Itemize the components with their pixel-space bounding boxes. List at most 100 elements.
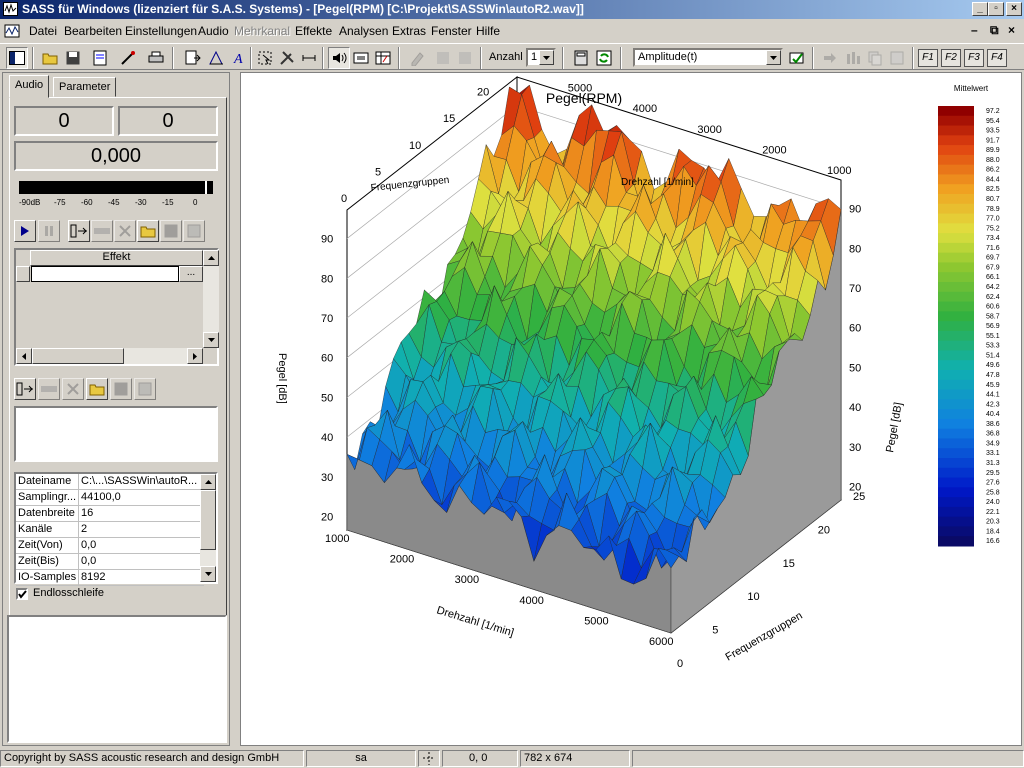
menu-fenster[interactable]: Fenster <box>431 24 472 38</box>
axis-icon[interactable] <box>205 47 227 69</box>
mdi-minimize-button[interactable]: – <box>971 23 978 37</box>
document-icon[interactable] <box>4 23 20 39</box>
prop-row: Kanäle 2 <box>16 522 204 538</box>
mdi-restore-button[interactable]: ⧉ <box>990 23 999 38</box>
scroll-left-icon[interactable] <box>16 348 32 364</box>
print-icon[interactable] <box>145 47 167 69</box>
props-vscroll[interactable] <box>200 474 216 582</box>
scroll-thumb[interactable] <box>32 348 124 364</box>
freq-top-tick-label: 10 <box>409 140 421 152</box>
display-icon[interactable] <box>350 47 372 69</box>
menu-effekte[interactable]: Effekte <box>295 24 332 38</box>
menu-hilfe[interactable]: Hilfe <box>476 24 500 38</box>
f1-button[interactable]: F1 <box>918 49 938 67</box>
effect-copy-button[interactable] <box>183 220 205 242</box>
effect-delete-button[interactable] <box>114 220 136 242</box>
panel-toggle-icon[interactable] <box>6 47 28 69</box>
prop-key: Zeit(Bis) <box>18 555 59 567</box>
table-icon[interactable] <box>372 47 394 69</box>
colorbar-label: 88.0 <box>986 157 1000 164</box>
minimize-button[interactable]: _ <box>972 2 988 16</box>
menu-audio[interactable]: Audio <box>198 24 229 38</box>
row-selector[interactable] <box>16 266 30 282</box>
speaker-icon[interactable] <box>328 47 350 69</box>
maximize-button[interactable]: ▫ <box>988 2 1004 16</box>
scroll-up-icon[interactable] <box>203 250 219 266</box>
open-folder-icon[interactable] <box>39 47 61 69</box>
svg-text:A: A <box>233 52 243 66</box>
save-icon[interactable] <box>62 47 84 69</box>
menu-extras[interactable]: Extras <box>392 24 426 38</box>
arrow-right-icon[interactable] <box>819 47 841 69</box>
loop-checkbox[interactable] <box>16 588 28 600</box>
effect-column-header[interactable]: Effekt <box>30 250 203 266</box>
status-user: sa <box>306 750 416 767</box>
loop-label[interactable]: Endlosschleife <box>33 587 104 599</box>
effect-browse-button[interactable]: ... <box>179 266 203 282</box>
scroll-up-icon[interactable] <box>200 474 216 490</box>
play-button[interactable] <box>14 220 36 242</box>
calculator-icon[interactable] <box>570 47 592 69</box>
mode-select[interactable]: Amplitude(t) <box>633 48 783 67</box>
param-save-button[interactable] <box>110 378 132 400</box>
effect-save-button[interactable] <box>160 220 182 242</box>
menu-analysen[interactable]: Analysen <box>339 24 388 38</box>
effect-list[interactable]: Effekt ... <box>14 248 219 366</box>
scroll-down-icon[interactable] <box>203 332 219 348</box>
chevron-down-icon[interactable] <box>766 50 781 65</box>
cursor-icon[interactable] <box>254 47 276 69</box>
text-icon[interactable]: A <box>228 47 250 69</box>
apply-mode-icon[interactable] <box>786 47 808 69</box>
param-copy-button[interactable] <box>134 378 156 400</box>
param-open-button[interactable] <box>86 378 108 400</box>
copy-icon[interactable] <box>864 47 886 69</box>
freq-tick-label: 0 <box>677 658 683 670</box>
effect-open-button[interactable] <box>137 220 159 242</box>
effect-add-button[interactable] <box>68 220 90 242</box>
scroll-right-icon[interactable] <box>187 348 203 364</box>
channel-b-icon[interactable] <box>454 47 476 69</box>
effect-edit-button[interactable] <box>91 220 113 242</box>
menu-mehrkanal[interactable]: Mehrkanal <box>234 24 290 38</box>
tab-parameter[interactable]: Parameter <box>53 77 117 97</box>
refresh-icon[interactable] <box>593 47 615 69</box>
edit-disabled-icon[interactable] <box>406 47 428 69</box>
f3-button[interactable]: F3 <box>964 49 984 67</box>
effect-cell[interactable] <box>31 266 179 282</box>
app-icon[interactable] <box>3 2 18 16</box>
scroll-thumb[interactable] <box>200 490 216 550</box>
wizard-icon[interactable] <box>117 47 139 69</box>
param-edit-button[interactable] <box>38 378 60 400</box>
bars-icon[interactable] <box>842 47 864 69</box>
colorbar-label: 18.4 <box>986 528 1000 535</box>
colorbar-swatch <box>938 164 974 175</box>
tab-audio[interactable]: Audio <box>9 75 50 98</box>
colorbar-swatch <box>938 536 974 547</box>
f2-button[interactable]: F2 <box>941 49 961 67</box>
effect-hscroll[interactable] <box>16 348 203 364</box>
pause-button[interactable] <box>38 220 60 242</box>
export-icon[interactable] <box>182 47 204 69</box>
param-add-button[interactable] <box>14 378 36 400</box>
f4-button[interactable]: F4 <box>987 49 1007 67</box>
mdi-close-button[interactable]: × <box>1008 23 1015 37</box>
effect-vscroll[interactable] <box>203 250 219 348</box>
properties-icon[interactable] <box>89 47 111 69</box>
scroll-down-icon[interactable] <box>200 566 216 582</box>
menu-einstellungen[interactable]: Einstellungen <box>125 24 197 38</box>
chevron-down-icon[interactable] <box>539 50 554 65</box>
close-button[interactable]: × <box>1006 2 1022 16</box>
measure-icon[interactable] <box>298 47 320 69</box>
paste-icon[interactable] <box>886 47 908 69</box>
channel-a-icon[interactable] <box>432 47 454 69</box>
description-box[interactable] <box>14 406 218 462</box>
colorbar-swatch <box>938 184 974 195</box>
menu-datei[interactable]: Datei <box>29 24 57 38</box>
menu-bearbeiten[interactable]: Bearbeiten <box>64 24 122 38</box>
colorbar-label: 29.5 <box>986 470 1000 477</box>
anzahl-select[interactable]: 1 <box>526 48 556 67</box>
tools-icon[interactable] <box>276 47 298 69</box>
param-delete-button[interactable] <box>62 378 84 400</box>
colorbar-label: 34.9 <box>986 440 1000 447</box>
colorbar-swatch <box>938 409 974 420</box>
